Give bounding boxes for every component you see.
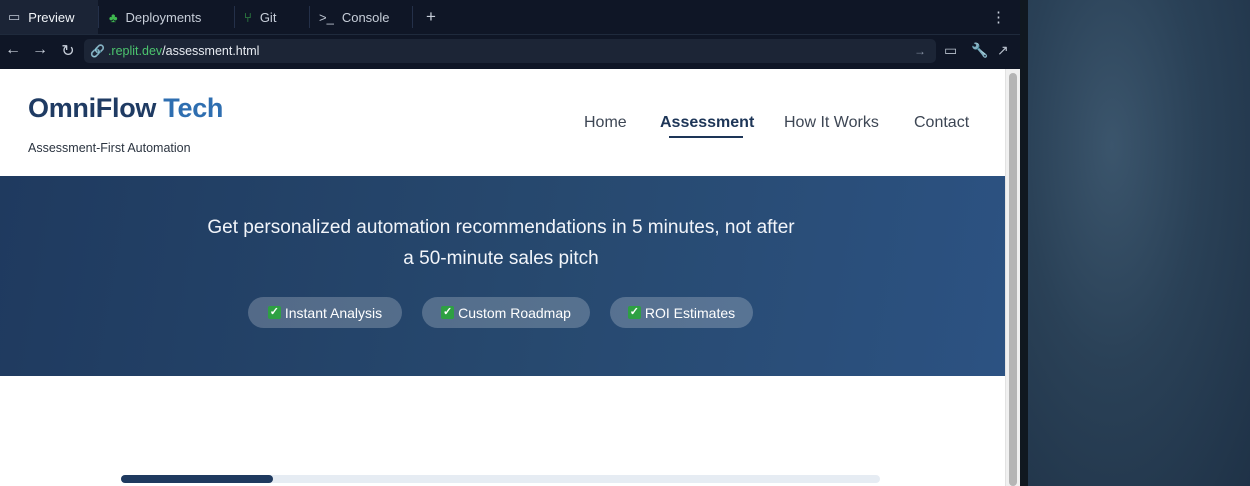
address-input[interactable]: 🔗 .replit.dev /assessment.html → xyxy=(84,39,936,63)
preview-viewport: OmniFlow Tech Assessment-First Automatio… xyxy=(0,69,1005,486)
more-options-icon[interactable]: ⋮ xyxy=(991,8,1006,26)
url-path: /assessment.html xyxy=(162,44,260,58)
deployments-icon: ♣ xyxy=(109,9,118,25)
tab-label: Console xyxy=(341,9,390,25)
assessment-progress-bar xyxy=(121,475,880,483)
forward-icon[interactable]: → xyxy=(30,41,50,59)
site-tagline: Assessment-First Automation xyxy=(28,141,191,155)
tab-preview[interactable]: ▭ Preview xyxy=(0,0,98,34)
progress-fill xyxy=(121,475,273,483)
back-icon[interactable]: ← xyxy=(3,41,23,59)
nav-home-link[interactable]: Home xyxy=(584,114,627,132)
feature-label: Custom Roadmap xyxy=(458,304,571,321)
open-external-icon[interactable]: ↗ xyxy=(997,42,1009,59)
site-header: OmniFlow Tech Assessment-First Automatio… xyxy=(0,69,1005,176)
tab-label: Preview xyxy=(28,9,75,25)
feature-pill-custom-roadmap: ✓ Custom Roadmap xyxy=(422,297,590,328)
feature-label: Instant Analysis xyxy=(284,304,383,321)
desktop-background xyxy=(1020,0,1250,486)
url-bar: ← → ↻ 🔗 .replit.dev /assessment.html → ▭… xyxy=(0,35,1020,68)
tab-git[interactable]: ⑂ Git xyxy=(236,0,308,34)
feature-pill-roi-estimates: ✓ ROI Estimates xyxy=(610,297,753,328)
hero-subtitle: Get personalized automation recommendati… xyxy=(207,217,795,269)
tab-bar: ▭ Preview ♣ Deployments ⑂ Git >_ Console… xyxy=(0,0,1020,35)
link-icon: 🔗 xyxy=(90,44,105,58)
tab-label: Git xyxy=(259,9,277,25)
logo-main-text: OmniFlow xyxy=(28,93,157,123)
new-tab-button[interactable]: + xyxy=(418,0,446,34)
terminal-icon: >_ xyxy=(319,9,334,25)
tab-console[interactable]: >_ Console xyxy=(311,0,411,34)
tab-label: Deployments xyxy=(125,9,202,25)
vertical-scrollbar[interactable] xyxy=(1005,69,1020,486)
feature-label: ROI Estimates xyxy=(644,304,736,321)
nav-contact-link[interactable]: Contact xyxy=(914,114,969,132)
devtools-wrench-icon[interactable]: 🔧 xyxy=(971,42,988,59)
checkmark-icon: ✓ xyxy=(267,306,281,319)
checkmark-icon: ✓ xyxy=(627,306,641,319)
feature-pill-instant-analysis: ✓ Instant Analysis xyxy=(248,297,402,328)
nav-assessment-link[interactable]: Assessment xyxy=(660,114,754,132)
replit-window: ▭ Preview ♣ Deployments ⑂ Git >_ Console… xyxy=(0,0,1020,486)
site-logo[interactable]: OmniFlow Tech xyxy=(28,93,223,124)
logo-accent-text: Tech xyxy=(163,93,224,123)
monitor-icon: ▭ xyxy=(8,9,21,24)
active-nav-underline xyxy=(669,136,743,138)
go-arrow-icon[interactable]: → xyxy=(914,44,926,58)
checkmark-icon: ✓ xyxy=(441,306,455,319)
url-domain: .replit.dev xyxy=(107,44,163,58)
nav-how-it-works-link[interactable]: How It Works xyxy=(784,114,879,132)
reload-icon[interactable]: ↻ xyxy=(58,41,78,61)
devices-icon[interactable]: ▭ xyxy=(944,42,957,59)
scrollbar-thumb[interactable] xyxy=(1009,73,1017,486)
hero-section: Get personalized automation recommendati… xyxy=(0,176,1005,376)
tab-deployments[interactable]: ♣ Deployments xyxy=(101,0,233,34)
git-branch-icon: ⑂ xyxy=(244,9,252,25)
